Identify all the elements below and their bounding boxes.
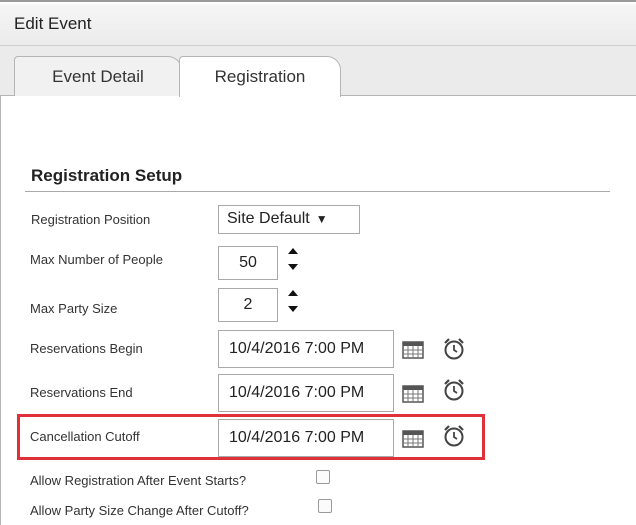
calendar-icon[interactable] <box>402 385 424 403</box>
allow-party-change-label: Allow Party Size Change After Cutoff? <box>30 503 249 518</box>
reservations-end-label: Reservations End <box>30 385 133 400</box>
cancellation-cutoff-label: Cancellation Cutoff <box>30 429 140 444</box>
window-title: Edit Event <box>14 14 92 33</box>
title-bar: Edit Event <box>0 4 636 46</box>
tab-registration-label: Registration <box>214 67 306 86</box>
registration-position-select[interactable]: Site Default ▼ <box>218 205 360 234</box>
tab-strip: Event Detail Registration <box>0 46 636 97</box>
reservations-end-input[interactable]: 10/4/2016 7:00 PM <box>218 374 394 412</box>
reservations-begin-label: Reservations Begin <box>30 341 143 356</box>
calendar-icon[interactable] <box>402 430 424 448</box>
tab-event-detail-label: Event Detail <box>52 66 144 86</box>
max-party-label: Max Party Size <box>30 301 118 316</box>
max-people-spinner[interactable] <box>286 242 300 276</box>
max-people-input[interactable]: 50 <box>218 246 278 280</box>
section-title: Registration Setup <box>31 166 183 185</box>
cancellation-cutoff-input[interactable]: 10/4/2016 7:00 PM <box>218 419 394 457</box>
section-divider <box>25 191 610 192</box>
clock-icon[interactable] <box>442 337 466 361</box>
registration-position-label: Registration Position <box>31 212 151 227</box>
registration-position-value: Site Default <box>227 210 310 227</box>
max-party-spinner[interactable] <box>286 284 300 318</box>
tab-registration[interactable]: Registration <box>179 56 341 97</box>
allow-after-start-checkbox[interactable] <box>316 470 330 484</box>
clock-icon[interactable] <box>442 378 466 402</box>
tab-event-detail[interactable]: Event Detail <box>14 56 182 96</box>
dropdown-arrow-icon: ▼ <box>315 212 328 226</box>
increment-icon[interactable] <box>288 248 298 254</box>
max-people-label: Max Number of People <box>30 252 163 267</box>
max-party-input[interactable]: 2 <box>218 288 278 322</box>
decrement-icon[interactable] <box>288 264 298 270</box>
clock-icon[interactable] <box>442 424 466 448</box>
allow-after-start-label: Allow Registration After Event Starts? <box>30 473 247 488</box>
calendar-icon[interactable] <box>402 341 424 359</box>
increment-icon[interactable] <box>288 290 298 296</box>
decrement-icon[interactable] <box>288 306 298 312</box>
reservations-begin-input[interactable]: 10/4/2016 7:00 PM <box>218 330 394 368</box>
edit-event-window: Edit Event Event Detail Registration Reg… <box>0 0 636 525</box>
allow-party-change-checkbox[interactable] <box>318 499 332 513</box>
